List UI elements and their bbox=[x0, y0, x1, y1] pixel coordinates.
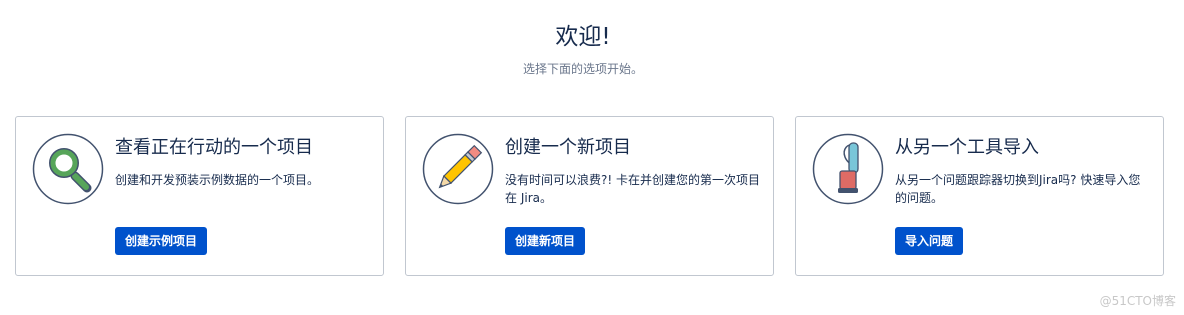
import-issues-button[interactable]: 导入问题 bbox=[895, 227, 964, 255]
page-subtitle: 选择下面的选项开始。 bbox=[522, 62, 643, 76]
welcome-page: 欢迎! 选择下面的选项开始。 查看正在行动的一个项目 创建和开发预装示例数据的一… bbox=[0, 0, 1184, 315]
card-title: 查看正在行动的一个项目 bbox=[115, 137, 313, 158]
create-sample-project-button[interactable]: 创建示例项目 bbox=[115, 227, 208, 255]
vacuum-cleaner-icon bbox=[812, 133, 884, 205]
pencil-icon bbox=[422, 133, 494, 205]
create-new-project-button[interactable]: 创建新项目 bbox=[505, 227, 586, 255]
card-description: 没有时间可以浪费?! 卡在并创建您的第一次项目在 Jira。 bbox=[505, 173, 760, 205]
card-import: 从另一个工具导入 从另一个问题跟踪器切换到Jira吗? 快速导入您的问题。 导入… bbox=[795, 116, 1164, 276]
card-new-project: 创建一个新项目 没有时间可以浪费?! 卡在并创建您的第一次项目在 Jira。 创… bbox=[405, 116, 774, 276]
watermark: @51CTO博客 bbox=[1099, 294, 1176, 308]
page-title: 欢迎! bbox=[555, 24, 611, 50]
card-description: 创建和开发预装示例数据的一个项目。 bbox=[115, 173, 320, 187]
card-description: 从另一个问题跟踪器切换到Jira吗? 快速导入您的问题。 bbox=[895, 173, 1141, 205]
card-sample-project: 查看正在行动的一个项目 创建和开发预装示例数据的一个项目。 创建示例项目 bbox=[15, 116, 384, 276]
magnifier-icon bbox=[32, 133, 104, 205]
card-title: 创建一个新项目 bbox=[505, 137, 631, 158]
card-title: 从另一个工具导入 bbox=[895, 137, 1039, 158]
